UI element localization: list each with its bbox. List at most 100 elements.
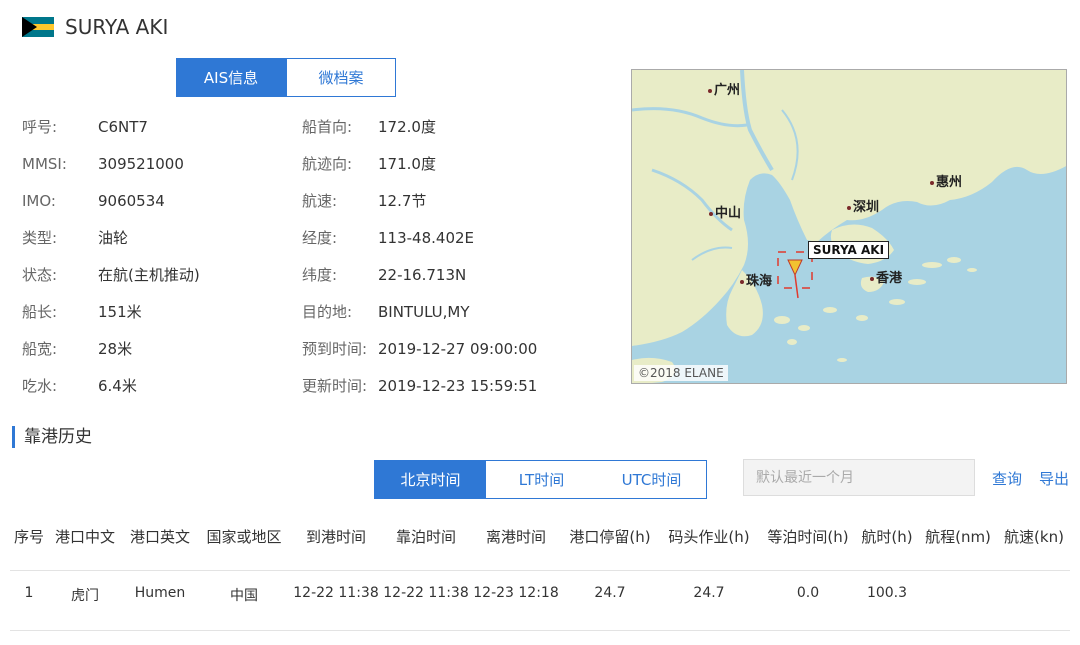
flag-icon — [22, 17, 54, 37]
info-label: IMO: — [22, 191, 56, 210]
info-row-draught: 吃水: 6.4米 — [22, 367, 292, 404]
info-value: 油轮 — [98, 229, 129, 247]
column-header: 国家或地区 — [206, 528, 282, 546]
info-row-destination: 目的地: BINTULU,MY — [302, 293, 622, 330]
column-header: 港口英文 — [129, 528, 191, 546]
info-row-imo: IMO: 9060534 — [22, 182, 292, 219]
map-city-label: 中山 — [709, 202, 741, 221]
info-value: BINTULU,MY — [378, 302, 470, 321]
map-copyright: ©2018 ELANE — [634, 365, 728, 381]
info-label: 航迹向: — [302, 155, 353, 173]
info-row-updated: 更新时间: 2019-12-23 15:59:51 — [302, 367, 622, 404]
tab-ais-info[interactable]: AIS信息 — [176, 58, 286, 97]
cell-waiting: 0.0 — [796, 585, 820, 601]
ship-location-map[interactable]: 广州 惠州 中山 深圳 珠海 香港 SURYA AKI ©2018 ELANE — [631, 69, 1067, 384]
table-divider — [10, 630, 1070, 631]
tab-beijing-time[interactable]: 北京时间 — [375, 461, 486, 498]
info-value: 151米 — [98, 303, 142, 321]
map-city-label: 香港 — [870, 267, 902, 286]
info-label: 船长: — [22, 303, 58, 321]
map-city-label: 深圳 — [847, 196, 879, 215]
info-value: 113-48.402E — [378, 228, 475, 247]
column-header: 序号 — [13, 528, 45, 546]
info-label: 航速: — [302, 192, 338, 210]
info-row-speed: 航速: 12.7节 — [302, 182, 622, 219]
info-value: 在航(主机推动) — [98, 266, 200, 284]
column-header: 港口中文 — [54, 528, 116, 546]
column-header: 离港时间 — [485, 528, 547, 546]
cell-index: 1 — [24, 585, 34, 601]
info-value: 6.4米 — [98, 377, 137, 395]
cell-port-en: Humen — [134, 585, 186, 601]
info-row-mmsi: MMSI: 309521000 — [22, 145, 292, 182]
map-city-label: 惠州 — [930, 171, 962, 190]
info-label: 状态: — [22, 266, 58, 284]
info-label: 船宽: — [22, 340, 58, 358]
cell-port-cn: 虎门 — [71, 588, 99, 604]
info-row-status: 状态: 在航(主机推动) — [22, 256, 292, 293]
info-row-length: 船长: 151米 — [22, 293, 292, 330]
info-label: 类型: — [22, 229, 58, 247]
column-header: 港口停留(h) — [569, 528, 651, 546]
column-header: 航时(h) — [861, 528, 913, 546]
query-button[interactable]: 查询 — [992, 468, 1022, 489]
table-header: 序号 港口中文 港口英文 国家或地区 到港时间 靠泊时间 离港时间 港口停留(h… — [0, 526, 1080, 556]
cell-arrival: 12-22 11:38 — [293, 585, 379, 601]
cell-port-stay: 24.7 — [594, 585, 626, 601]
info-value: 2019-12-27 09:00:00 — [378, 339, 538, 358]
map-city-label: 珠海 — [740, 270, 772, 289]
info-label: 更新时间: — [302, 377, 368, 395]
map-ship-label[interactable]: SURYA AKI — [808, 241, 890, 259]
ship-name: SURYA AKI — [65, 15, 169, 39]
info-row-course: 航迹向: 171.0度 — [302, 145, 622, 182]
info-label: 呼号: — [22, 118, 58, 136]
info-value: 309521000 — [98, 154, 184, 173]
cell-berthing: 12-22 11:38 — [383, 585, 469, 601]
info-value: 172.0度 — [378, 118, 436, 136]
info-value: 12.7节 — [378, 192, 427, 210]
table-divider — [10, 570, 1070, 571]
tab-micro-archive[interactable]: 微档案 — [286, 58, 396, 97]
column-header: 到港时间 — [305, 528, 367, 546]
info-label: 目的地: — [302, 303, 353, 321]
info-value: 171.0度 — [378, 155, 436, 173]
time-zone-tabs: 北京时间 LT时间 UTC时间 — [374, 460, 707, 499]
column-header: 码头作业(h) — [668, 528, 750, 546]
info-value: 28米 — [98, 340, 133, 358]
info-value: 2019-12-23 15:59:51 — [378, 376, 538, 395]
info-row-beam: 船宽: 28米 — [22, 330, 292, 367]
info-row-longitude: 经度: 113-48.402E — [302, 219, 622, 256]
info-label: MMSI: — [22, 154, 67, 173]
export-button[interactable]: 导出 — [1039, 468, 1069, 489]
info-row-heading: 船首向: 172.0度 — [302, 108, 622, 145]
info-row-type: 类型: 油轮 — [22, 219, 292, 256]
cell-terminal-ops: 24.7 — [693, 585, 725, 601]
info-row-eta: 预到时间: 2019-12-27 09:00:00 — [302, 330, 622, 367]
date-range-input[interactable] — [743, 459, 975, 496]
info-tabs: AIS信息 微档案 — [176, 58, 396, 97]
cell-departure: 12-23 12:18 — [473, 585, 559, 601]
section-title: 靠港历史 — [12, 426, 92, 448]
column-header: 航速(kn) — [1004, 528, 1064, 546]
column-header: 等泊时间(h) — [767, 528, 849, 546]
info-value: 9060534 — [98, 191, 165, 210]
info-label: 经度: — [302, 229, 338, 247]
column-header: 航程(nm) — [925, 528, 991, 546]
cell-voyage-time: 100.3 — [866, 585, 908, 601]
table-row[interactable]: 1 虎门 Humen 中国 12-22 11:38 12-22 11:38 12… — [0, 585, 1080, 615]
tab-local-time[interactable]: LT时间 — [486, 461, 597, 498]
cell-country: 中国 — [230, 588, 258, 604]
tab-utc-time[interactable]: UTC时间 — [597, 461, 706, 498]
map-terrain — [632, 70, 1066, 383]
info-label: 船首向: — [302, 118, 353, 136]
info-label: 吃水: — [22, 377, 58, 395]
info-label: 纬度: — [302, 266, 338, 284]
map-city-label: 广州 — [708, 79, 740, 98]
info-value: 22-16.713N — [378, 265, 467, 284]
info-row-callsign: 呼号: C6NT7 — [22, 108, 292, 145]
info-row-latitude: 纬度: 22-16.713N — [302, 256, 622, 293]
ship-header: SURYA AKI — [22, 12, 168, 42]
column-header: 靠泊时间 — [395, 528, 457, 546]
info-value: C6NT7 — [98, 117, 148, 136]
info-label: 预到时间: — [302, 340, 368, 358]
